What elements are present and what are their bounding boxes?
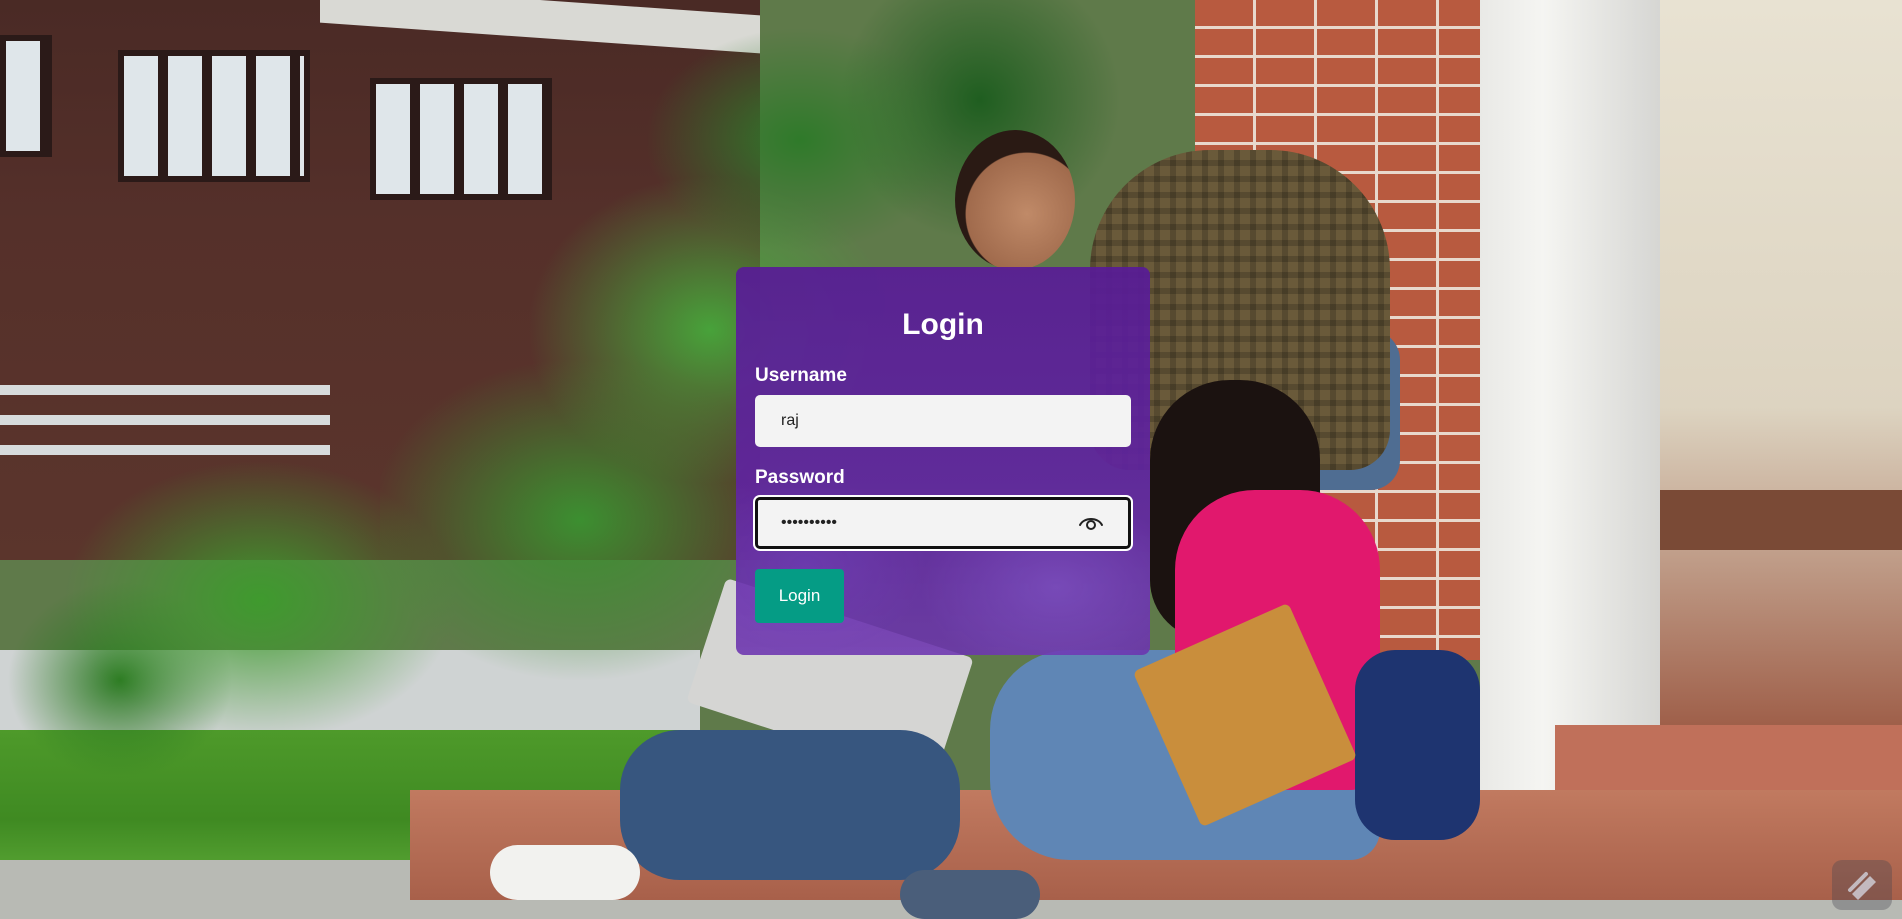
background-person — [620, 730, 960, 880]
background-pillar — [1480, 0, 1660, 800]
background-palm — [0, 420, 560, 840]
password-input[interactable] — [758, 500, 1128, 546]
background-window — [118, 50, 310, 182]
corner-widget[interactable] — [1832, 860, 1892, 910]
username-field-container — [755, 395, 1131, 447]
login-page: Login Username Password Login — [0, 0, 1902, 919]
password-label: Password — [755, 467, 845, 488]
background-bench — [1660, 490, 1902, 550]
username-input[interactable] — [755, 395, 1131, 447]
username-label: Username — [755, 365, 847, 386]
password-field-container — [755, 497, 1131, 549]
background-window — [0, 35, 52, 157]
background-shoe — [490, 845, 640, 900]
eye-icon[interactable] — [1078, 514, 1104, 532]
login-button[interactable]: Login — [755, 569, 844, 623]
background-backpack — [1355, 650, 1480, 840]
background-doorway — [1660, 0, 1902, 740]
background-person — [955, 130, 1075, 270]
background-shoe — [900, 870, 1040, 919]
login-title: Login — [902, 308, 984, 341]
login-card: Login Username Password Login — [736, 267, 1150, 655]
pen-icon — [1848, 872, 1876, 900]
